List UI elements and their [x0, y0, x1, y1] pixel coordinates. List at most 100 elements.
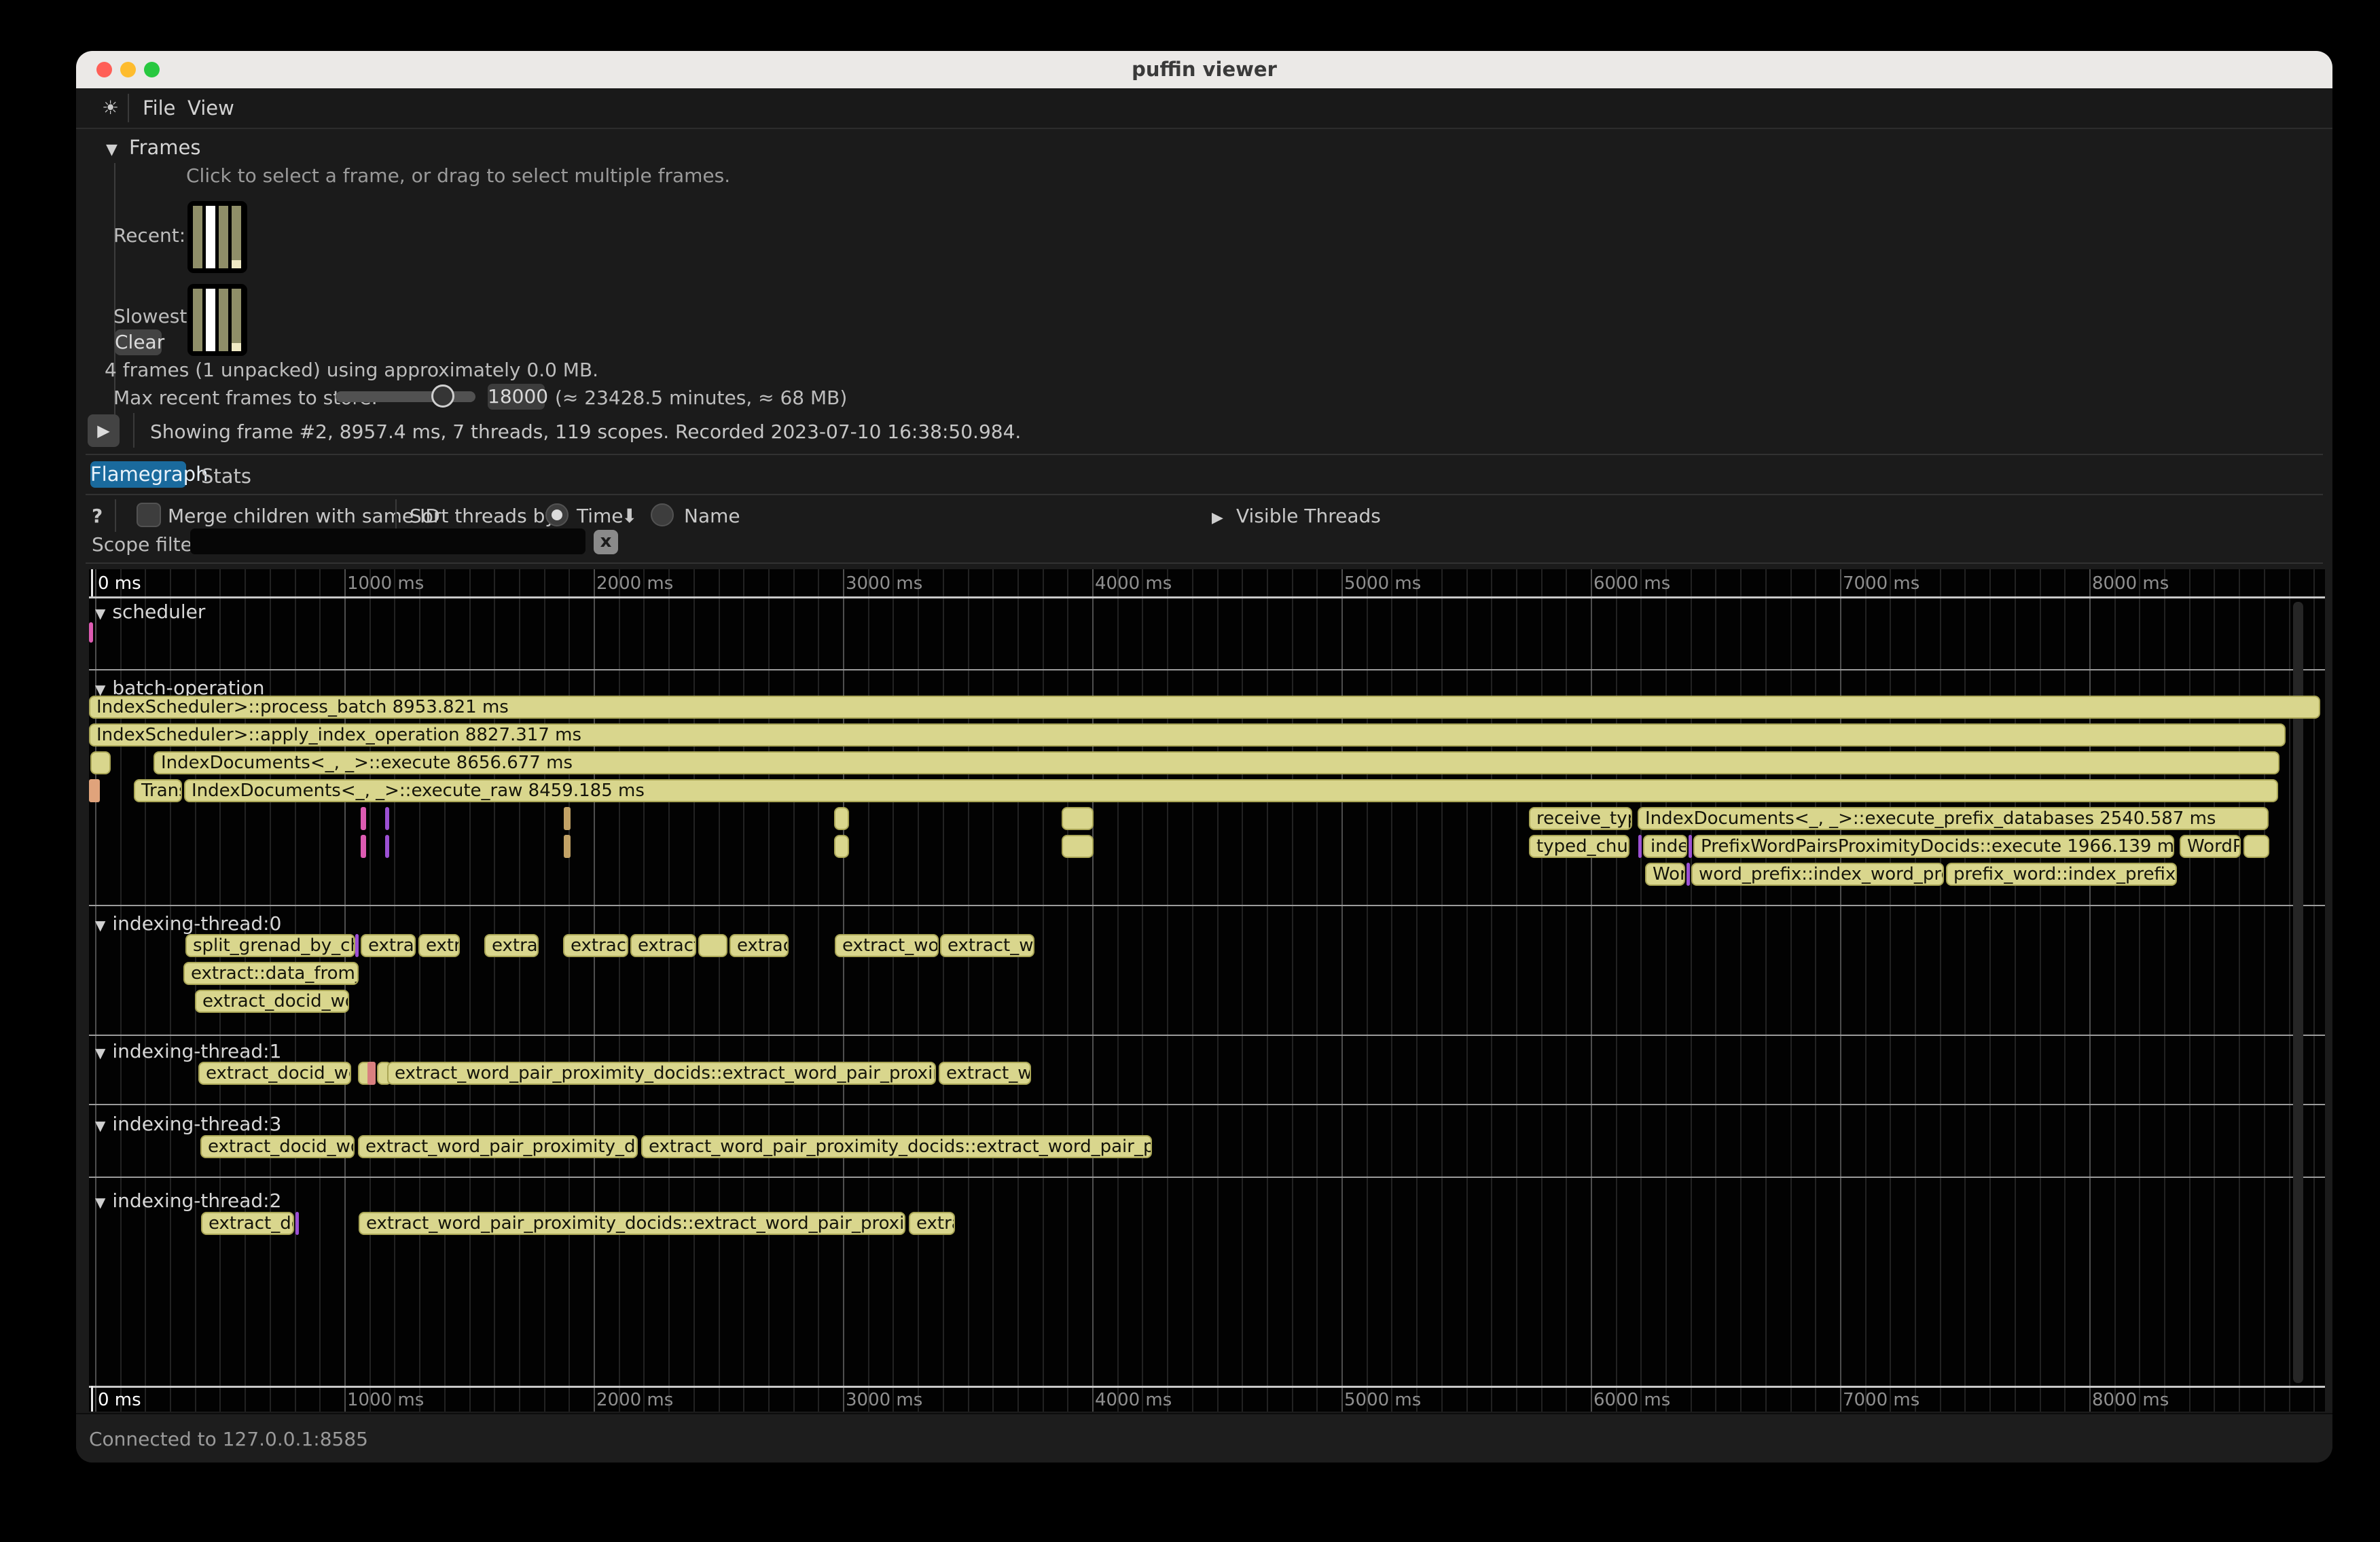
- thread-section-separator: [89, 669, 2325, 670]
- frames-collapsible-header[interactable]: ▼ Frames: [106, 136, 200, 159]
- scope-bar[interactable]: extract_doc: [201, 1212, 294, 1235]
- scope-bar[interactable]: extrac: [484, 934, 539, 957]
- scope-marker[interactable]: [89, 779, 100, 802]
- help-button[interactable]: ?: [92, 505, 103, 527]
- theme-toggle-sun-icon[interactable]: ☀: [102, 88, 119, 128]
- axis-tick-label: 7000 ms: [1843, 1390, 1919, 1410]
- scope-marker[interactable]: [367, 1062, 376, 1085]
- frame-bar-tip: [232, 260, 241, 268]
- sort-time-label: Time: [577, 505, 624, 527]
- sort-name-radio[interactable]: [651, 503, 674, 526]
- scope-bar[interactable]: IndexDocuments<_, _>::execute_raw 8459.1…: [184, 779, 2278, 802]
- scope-marker[interactable]: [295, 1212, 299, 1235]
- sort-time-radio[interactable]: [545, 503, 569, 526]
- app-window: puffin viewer ☀ File View ▼ Frames Click…: [76, 51, 2332, 1463]
- scope-bar[interactable]: extract: [361, 934, 416, 957]
- scope-bar[interactable]: extract_word: [835, 934, 939, 957]
- thread-header[interactable]: ▼scheduler: [95, 600, 205, 623]
- frame-bar[interactable]: [232, 206, 241, 268]
- clear-button[interactable]: Clear: [115, 329, 162, 355]
- scope-bar[interactable]: index: [1643, 835, 1687, 858]
- tab-flamegraph[interactable]: Flamegraph: [90, 461, 186, 488]
- scope-bar[interactable]: extract: [729, 934, 789, 957]
- thread-header[interactable]: ▼indexing-thread:0: [95, 912, 281, 935]
- scope-marker[interactable]: [385, 807, 389, 830]
- scope-bar[interactable]: PrefixWordPairsProximityDocids::execute …: [1693, 835, 2174, 858]
- scope-bar[interactable]: typed_chunk::w: [1529, 835, 1629, 858]
- scope-bar[interactable]: [2243, 835, 2269, 858]
- thread-header[interactable]: ▼indexing-thread:3: [95, 1113, 281, 1135]
- scope-bar[interactable]: extract_word_pair_proximity_docids: [358, 1135, 638, 1158]
- scope-bar[interactable]: extract_word_pair_proximity_docids::extr…: [359, 1212, 905, 1235]
- scope-marker[interactable]: [361, 835, 366, 858]
- scope-bar[interactable]: split_grenad_by_chun: [185, 934, 355, 957]
- frame-bar[interactable]: [219, 289, 228, 351]
- visible-threads-header[interactable]: ▶ Visible Threads: [1212, 505, 1381, 527]
- scope-bar[interactable]: extrac: [909, 1212, 955, 1235]
- frame-bar[interactable]: [206, 206, 215, 268]
- scope-bar[interactable]: [834, 807, 849, 830]
- scope-bar[interactable]: [90, 751, 111, 774]
- max-frames-value[interactable]: 18000: [488, 384, 545, 410]
- frame-bar[interactable]: [232, 289, 241, 351]
- scope-bar[interactable]: Word: [1645, 863, 1685, 886]
- max-frames-slider[interactable]: [336, 391, 475, 402]
- frame-bar[interactable]: [206, 289, 215, 351]
- scope-marker[interactable]: [361, 807, 366, 830]
- scope-bar[interactable]: extract_wo: [940, 934, 1034, 957]
- frame-bar[interactable]: [193, 289, 202, 351]
- scrollbar[interactable]: [2293, 602, 2303, 1383]
- scope-bar[interactable]: extract_docid_word: [200, 1135, 355, 1158]
- frame-bar-tip: [232, 343, 241, 351]
- frame-bar[interactable]: [219, 206, 228, 268]
- scope-bar[interactable]: [698, 934, 727, 957]
- merge-children-checkbox[interactable]: [137, 503, 161, 527]
- scope-marker[interactable]: [385, 835, 389, 858]
- scope-bar[interactable]: IndexDocuments<_, _>::execute 8656.677 m…: [154, 751, 2279, 774]
- thread-header[interactable]: ▼indexing-thread:2: [95, 1189, 281, 1212]
- scope-bar[interactable]: extra: [418, 934, 460, 957]
- scope-bar[interactable]: IndexScheduler>::apply_index_operation 8…: [89, 723, 2286, 747]
- scope-bar[interactable]: extract_docid_word: [195, 990, 349, 1013]
- collapse-triangle-icon: ▶: [1212, 509, 1223, 526]
- scope-marker[interactable]: [89, 622, 93, 643]
- menu-view[interactable]: View: [187, 88, 234, 128]
- scope-bar[interactable]: Trans: [134, 779, 182, 802]
- scope-marker[interactable]: [1638, 835, 1642, 858]
- scope-marker[interactable]: [355, 934, 359, 957]
- play-button[interactable]: ▶: [88, 414, 120, 447]
- scope-bar[interactable]: extract_docid_word: [198, 1062, 351, 1085]
- frame-bar[interactable]: [193, 206, 202, 268]
- slowest-frames-thumbnail[interactable]: [187, 284, 247, 356]
- scope-bar[interactable]: extract::data_from_ob: [183, 962, 359, 985]
- sort-time-arrow-icon[interactable]: ⬇: [621, 505, 637, 527]
- scope-marker[interactable]: [564, 807, 571, 830]
- scope-bar[interactable]: extract_wo: [939, 1062, 1031, 1085]
- thread-section-separator: [89, 1104, 2325, 1105]
- scope-bar[interactable]: receive_typed_: [1529, 807, 1632, 830]
- slider-knob[interactable]: [431, 384, 454, 408]
- scope-bar[interactable]: [1062, 807, 1094, 830]
- scope-bar[interactable]: IndexScheduler>::process_batch 8953.821 …: [89, 696, 2320, 719]
- scope-bar[interactable]: prefix_word::index_prefix_wo: [1946, 863, 2177, 886]
- scope-bar[interactable]: extract_: [630, 934, 696, 957]
- clear-filter-button[interactable]: x: [594, 530, 618, 554]
- scope-bar[interactable]: [1062, 835, 1094, 858]
- scope-bar[interactable]: extract_word_pair_proximity_docids::extr…: [641, 1135, 1152, 1158]
- scope-bar[interactable]: word_prefix::index_word_prefix_: [1691, 863, 1944, 886]
- thread-header[interactable]: ▼indexing-thread:1: [95, 1040, 281, 1062]
- scope-bar[interactable]: extract_: [563, 934, 628, 957]
- scope-marker[interactable]: [1687, 863, 1690, 886]
- scope-marker[interactable]: [1689, 835, 1692, 858]
- scope-filter-input[interactable]: [190, 528, 585, 554]
- scope-bar[interactable]: extract_word_pair_proximity_docids::extr…: [387, 1062, 936, 1085]
- recent-frames-thumbnail[interactable]: [187, 201, 247, 273]
- scope-marker[interactable]: [564, 835, 571, 858]
- flamegraph-canvas[interactable]: 0 ms0 ms1000 ms1000 ms2000 ms2000 ms3000…: [89, 569, 2325, 1412]
- tab-stats[interactable]: Stats: [201, 465, 251, 488]
- scope-bar[interactable]: [834, 835, 849, 858]
- scope-bar[interactable]: IndexDocuments<_, _>::execute_prefix_dat…: [1638, 807, 2269, 830]
- separator: [86, 562, 2323, 564]
- scope-bar[interactable]: WordPr: [2180, 835, 2241, 858]
- menu-file[interactable]: File: [143, 88, 176, 128]
